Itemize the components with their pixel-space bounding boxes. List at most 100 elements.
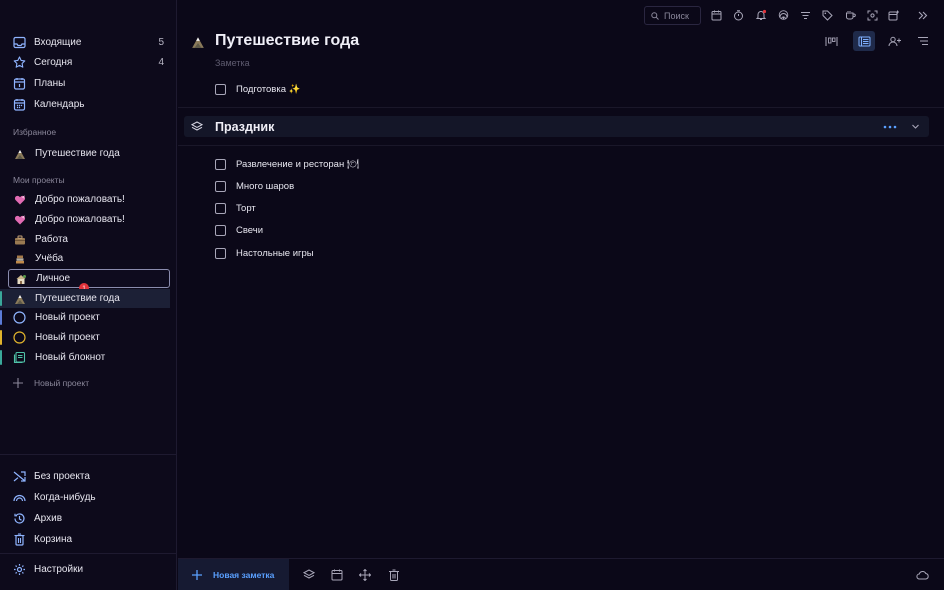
task-item[interactable]: Развлечение и ресторан 🍽 <box>215 156 359 172</box>
count-badge: 4 <box>158 56 164 68</box>
favorite-item-travel[interactable]: Путешествие года <box>0 144 170 163</box>
task-checkbox[interactable] <box>215 83 226 95</box>
timer-icon[interactable] <box>731 8 745 22</box>
project-color-bar <box>0 350 2 365</box>
search-input[interactable]: Поиск <box>644 6 701 25</box>
trash-icon <box>13 532 26 546</box>
project-item-study[interactable]: Учёба <box>0 249 170 268</box>
task-label: Развлечение и ресторан 🍽 <box>236 158 359 170</box>
circle-icon <box>13 311 26 324</box>
project-item-personal[interactable]: Личное <box>8 269 170 288</box>
house-emoji-icon <box>14 272 27 285</box>
star-icon <box>13 55 26 69</box>
books-emoji-icon <box>13 252 26 265</box>
sidebar-item-label: Новый проект <box>35 332 100 343</box>
coffee-icon[interactable] <box>843 8 857 22</box>
move-icon[interactable] <box>358 568 372 582</box>
list-view-icon[interactable] <box>853 31 875 51</box>
inbox-icon <box>13 36 26 49</box>
sidebar-item-calendar[interactable]: Календарь <box>0 94 177 114</box>
sidebar-item-label: Календарь <box>34 98 85 110</box>
circle-icon <box>13 331 26 344</box>
task-label: Свечи <box>236 224 264 236</box>
sidebar: Входящие 5 Сегодня 4 Планы Календарь Изб… <box>0 0 177 590</box>
task-checkbox[interactable] <box>215 180 226 192</box>
project-color-bar <box>0 330 2 345</box>
heart-emoji-icon <box>13 213 26 226</box>
cloud-icon <box>915 568 929 582</box>
task-label: Подготовка ✨ <box>236 83 301 95</box>
bottom-toolbar: Новая заметка <box>178 558 944 590</box>
sidebar-item-label: Путешествие года <box>35 293 120 304</box>
calendar-icon <box>13 98 26 111</box>
page-title[interactable]: Путешествие года <box>215 32 359 50</box>
focus-icon[interactable] <box>865 8 879 22</box>
task-item[interactable]: Торт <box>215 200 256 216</box>
notebook-icon <box>13 351 26 364</box>
section-divider <box>178 107 944 108</box>
tag-icon[interactable] <box>820 8 834 22</box>
sidebar-item-settings[interactable]: Настройки <box>0 559 177 579</box>
new-note-button[interactable]: Новая заметка <box>178 559 289 590</box>
new-project-button[interactable]: Новый проект <box>13 378 89 388</box>
sidebar-item-label: Без проекта <box>34 470 90 482</box>
sidebar-item-archive[interactable]: Архив <box>0 508 177 528</box>
trash-icon[interactable] <box>387 568 401 582</box>
filter-icon[interactable] <box>798 8 812 22</box>
sort-lines-icon[interactable] <box>912 31 934 51</box>
task-checkbox[interactable] <box>215 224 226 236</box>
task-item[interactable]: Много шаров <box>215 178 294 194</box>
add-window-icon[interactable] <box>887 8 901 22</box>
project-item-welcome-2[interactable]: Добро пожаловать! <box>0 210 170 229</box>
sidebar-item-plans[interactable]: Планы <box>0 73 177 93</box>
plans-calendar-icon <box>13 77 26 90</box>
sidebar-item-inbox[interactable]: Входящие 5 <box>0 32 177 52</box>
more-dots-icon[interactable] <box>883 122 897 132</box>
gear-icon <box>13 563 26 576</box>
sidebar-item-someday[interactable]: Когда-нибудь <box>0 487 177 507</box>
plus-icon <box>192 570 202 580</box>
task-checkbox[interactable] <box>215 158 226 170</box>
bell-icon[interactable] <box>754 8 768 22</box>
project-item-new-2[interactable]: Новый проект <box>0 328 170 347</box>
task-item[interactable]: Настольные игры <box>215 245 314 261</box>
sidebar-item-label: Архив <box>34 512 63 524</box>
sidebar-item-label: Когда-нибудь <box>34 491 96 503</box>
project-item-work[interactable]: Работа <box>0 230 170 249</box>
calendar-icon[interactable] <box>709 8 723 22</box>
layers-icon[interactable] <box>302 568 316 582</box>
task-label: Торт <box>236 202 256 214</box>
sidebar-item-label: Работа <box>35 234 68 245</box>
fingerprint-icon[interactable] <box>776 8 790 22</box>
project-color-bar <box>0 310 2 325</box>
new-note-label: Новая заметка <box>213 570 275 580</box>
sidebar-item-trash[interactable]: Корзина <box>0 529 177 549</box>
project-name-input[interactable]: Личное <box>36 273 70 284</box>
search-icon <box>651 11 659 20</box>
sidebar-item-label: Добро пожаловать! <box>35 194 125 205</box>
project-item-welcome-1[interactable]: Добро пожаловать! <box>0 190 170 209</box>
task-item[interactable]: Свечи <box>215 222 263 238</box>
calendar-icon[interactable] <box>330 568 344 582</box>
task-checkbox[interactable] <box>215 247 226 259</box>
sidebar-item-today[interactable]: Сегодня 4 <box>0 52 177 72</box>
favorites-label: Избранное <box>13 127 57 137</box>
note-input[interactable]: Заметка <box>215 58 250 68</box>
chevrons-right-icon[interactable] <box>915 8 929 22</box>
task-item[interactable]: Подготовка ✨ <box>215 81 300 97</box>
sidebar-item-label: Планы <box>34 77 66 89</box>
project-color-bar <box>0 291 2 306</box>
sidebar-item-no-project[interactable]: Без проекта <box>0 466 177 486</box>
sidebar-item-label: Входящие <box>34 36 82 48</box>
group-header[interactable]: Праздник <box>184 116 929 137</box>
task-label: Много шаров <box>236 180 295 192</box>
chevron-down-icon[interactable] <box>911 122 920 131</box>
project-item-travel[interactable]: Путешествие года <box>0 289 170 308</box>
task-checkbox[interactable] <box>215 202 226 214</box>
main-content: Поиск Путешествие года Заметка Подготовк… <box>178 0 944 590</box>
project-item-notebook[interactable]: Новый блокнот <box>0 348 170 367</box>
project-item-new-1[interactable]: Новый проект <box>0 308 170 327</box>
kanban-view-icon[interactable] <box>820 31 842 51</box>
count-badge: 5 <box>158 36 164 48</box>
add-member-icon[interactable] <box>884 31 906 51</box>
